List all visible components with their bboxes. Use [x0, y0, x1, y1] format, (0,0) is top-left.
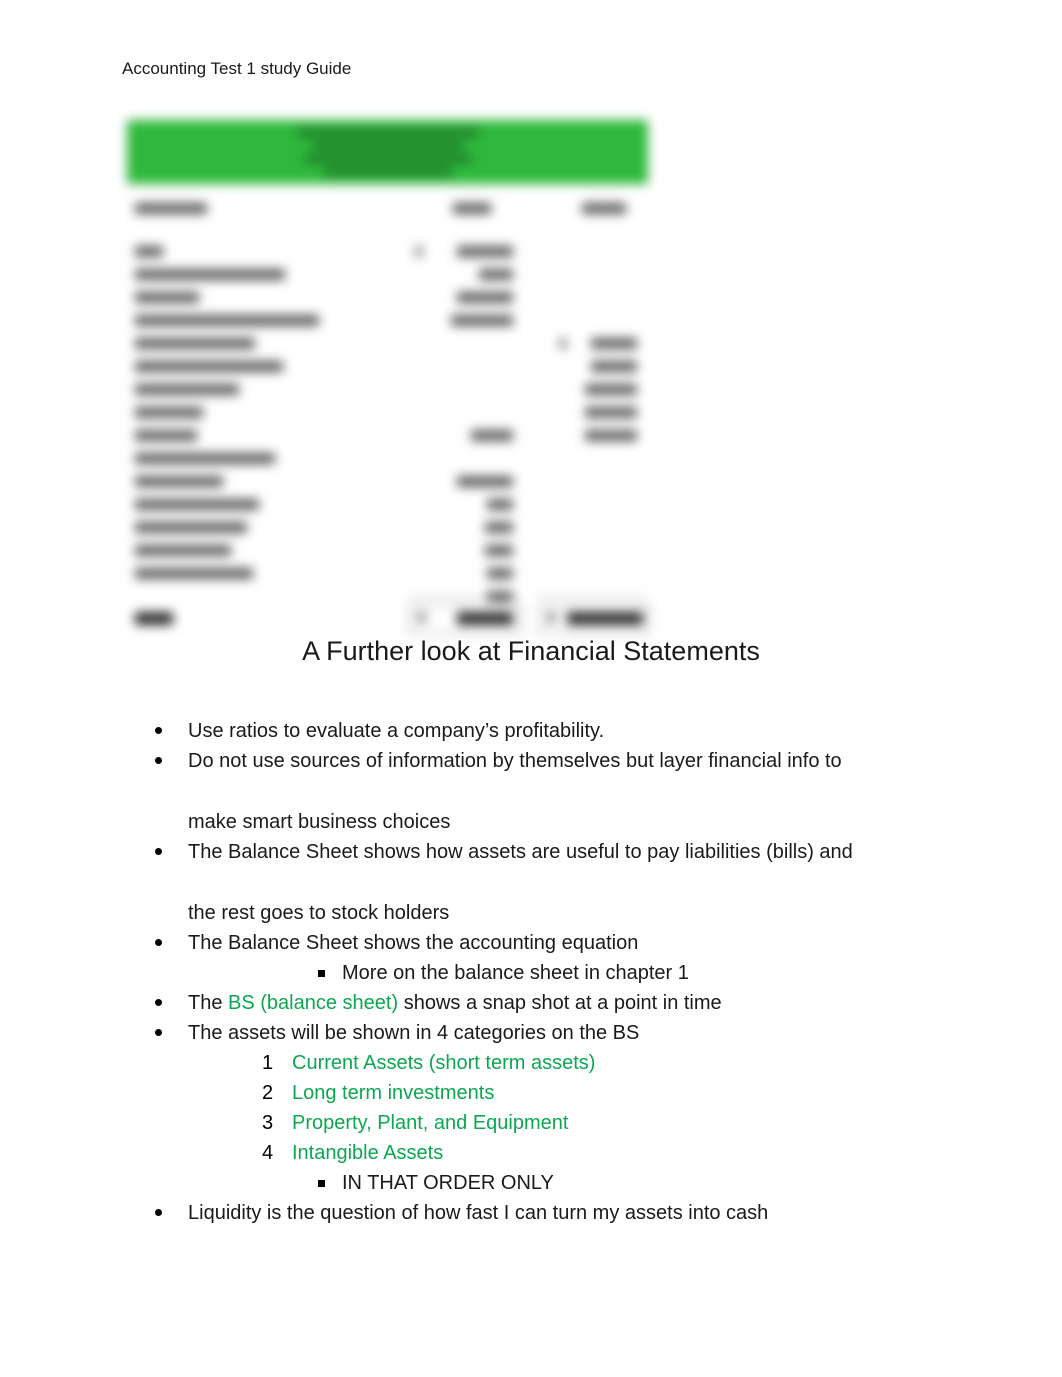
- numbered-list-item: 4 Intangible Assets: [0, 1138, 1062, 1168]
- outline-list: Use ratios to evaluate a company’s profi…: [0, 716, 1062, 1228]
- document-header-title: Accounting Test 1 study Guide: [122, 59, 352, 78]
- figure-column-header: [135, 203, 207, 214]
- figure-total-rule: [409, 596, 517, 597]
- bullet-square-icon: [318, 970, 325, 977]
- figure-row-label: [135, 499, 259, 510]
- bullet-disc-icon: [155, 757, 162, 764]
- figure-debit-value: [485, 545, 513, 556]
- page-title: A Further look at Financial Statements: [302, 636, 760, 666]
- numbered-list-item-label: Intangible Assets: [292, 1142, 444, 1164]
- list-item-label: The assets will be shown in 4 categories…: [188, 1022, 640, 1044]
- figure-title-banner: [127, 120, 648, 184]
- list-item: Liquidity is the question of how fast I …: [0, 1198, 1062, 1228]
- figure-title-line: [296, 129, 479, 137]
- figure-debit-value: [457, 476, 513, 487]
- figure-column-header: [453, 203, 491, 214]
- numbered-list-item-label: Long term investments: [292, 1082, 495, 1104]
- list-item-number: 3: [262, 1112, 274, 1134]
- list-item: Use ratios to evaluate a company’s profi…: [0, 716, 1062, 746]
- figure-row-label: [135, 522, 247, 533]
- list-item-number: 1: [262, 1052, 274, 1074]
- bullet-disc-icon: [155, 848, 162, 855]
- figure-debit-value: [457, 246, 513, 257]
- figure-debit-value: [471, 430, 513, 441]
- figure-row-label: [135, 476, 223, 487]
- figure-row-label: [135, 246, 163, 257]
- list-item: The Balance Sheet shows how assets are u…: [0, 837, 1062, 867]
- list-item: The BS (balance sheet) shows a snap shot…: [0, 988, 1062, 1018]
- figure-credit-value: [585, 430, 637, 441]
- sub-list-item: More on the balance sheet in chapter 1: [0, 958, 1062, 988]
- list-item: Do not use sources of information by the…: [0, 746, 1062, 776]
- figure-currency-symbol: [415, 246, 423, 257]
- figure-title-line: [312, 142, 463, 150]
- figure-row-label: [135, 568, 253, 579]
- list-item-label: Use ratios to evaluate a company’s profi…: [188, 720, 605, 742]
- list-item: The assets will be shown in 4 categories…: [0, 1018, 1062, 1048]
- figure-credit-value: [585, 407, 637, 418]
- figure-blur-layer: [127, 118, 649, 634]
- bullet-disc-icon: [155, 939, 162, 946]
- list-item-label-prefix: The: [188, 992, 229, 1014]
- list-item-continuation: make smart business choices: [188, 811, 451, 833]
- numbered-list-item-label: Property, Plant, and Equipment: [292, 1112, 569, 1134]
- figure-debit-value: [487, 568, 513, 579]
- bullet-disc-icon: [155, 727, 162, 734]
- figure-totals-box: [539, 604, 649, 634]
- figure-credit-value: [591, 361, 637, 372]
- bullet-disc-icon: [155, 1029, 162, 1036]
- bullet-square-icon: [318, 1180, 325, 1187]
- embedded-trial-balance-figure: [127, 118, 649, 634]
- figure-row-label: [135, 430, 197, 441]
- bullet-disc-icon: [155, 1209, 162, 1216]
- list-item-label: Liquidity is the question of how fast I …: [188, 1202, 769, 1224]
- figure-row-label: [135, 545, 231, 556]
- figure-debit-value: [485, 522, 513, 533]
- figure-debit-value: [451, 315, 513, 326]
- list-item: The Balance Sheet shows the accounting e…: [0, 928, 1062, 958]
- list-item-label-suffix: shows a snap shot at a point in time: [398, 992, 722, 1014]
- list-item-label: The Balance Sheet shows the accounting e…: [188, 932, 639, 954]
- figure-credit-value: [585, 384, 637, 395]
- bullet-disc-icon: [155, 999, 162, 1006]
- figure-row-label: [135, 338, 255, 349]
- figure-credit-value: [591, 338, 637, 349]
- numbered-list-item-label: Current Assets (short term assets): [292, 1052, 596, 1074]
- figure-totals-label: [135, 612, 173, 625]
- figure-total-rule: [539, 596, 643, 597]
- figure-row-label: [135, 269, 285, 280]
- figure-row-label: [135, 384, 239, 395]
- numbered-list-item: 1 Current Assets (short term assets): [0, 1048, 1062, 1078]
- figure-row-label: [135, 407, 203, 418]
- figure-row-label: [135, 453, 275, 464]
- figure-column-header: [582, 203, 626, 214]
- figure-totals-box: [409, 604, 521, 634]
- list-item-label: The Balance Sheet shows how assets are u…: [188, 841, 853, 863]
- numbered-list-item: 3 Property, Plant, and Equipment: [0, 1108, 1062, 1138]
- figure-row-label: [135, 315, 319, 326]
- figure-debit-value: [457, 292, 513, 303]
- sub-list-item-label: More on the balance sheet in chapter 1: [342, 962, 689, 984]
- figure-row-label: [135, 292, 199, 303]
- sub-list-item: IN THAT ORDER ONLY: [0, 1168, 1062, 1198]
- list-item-number: 4: [262, 1142, 274, 1164]
- figure-currency-symbol: [559, 338, 567, 349]
- figure-title-line: [323, 168, 452, 176]
- sub-list-item-label: IN THAT ORDER ONLY: [342, 1172, 554, 1194]
- figure-row-label: [135, 361, 283, 372]
- list-item-continuation: the rest goes to stock holders: [188, 902, 450, 924]
- figure-debit-value: [479, 269, 513, 280]
- list-item-label-highlight: BS (balance sheet): [228, 992, 399, 1014]
- figure-debit-value: [487, 499, 513, 510]
- numbered-list-item: 2 Long term investments: [0, 1078, 1062, 1108]
- list-item-label: Do not use sources of information by the…: [188, 750, 842, 772]
- figure-title-line: [303, 155, 472, 163]
- list-item-number: 2: [262, 1082, 274, 1104]
